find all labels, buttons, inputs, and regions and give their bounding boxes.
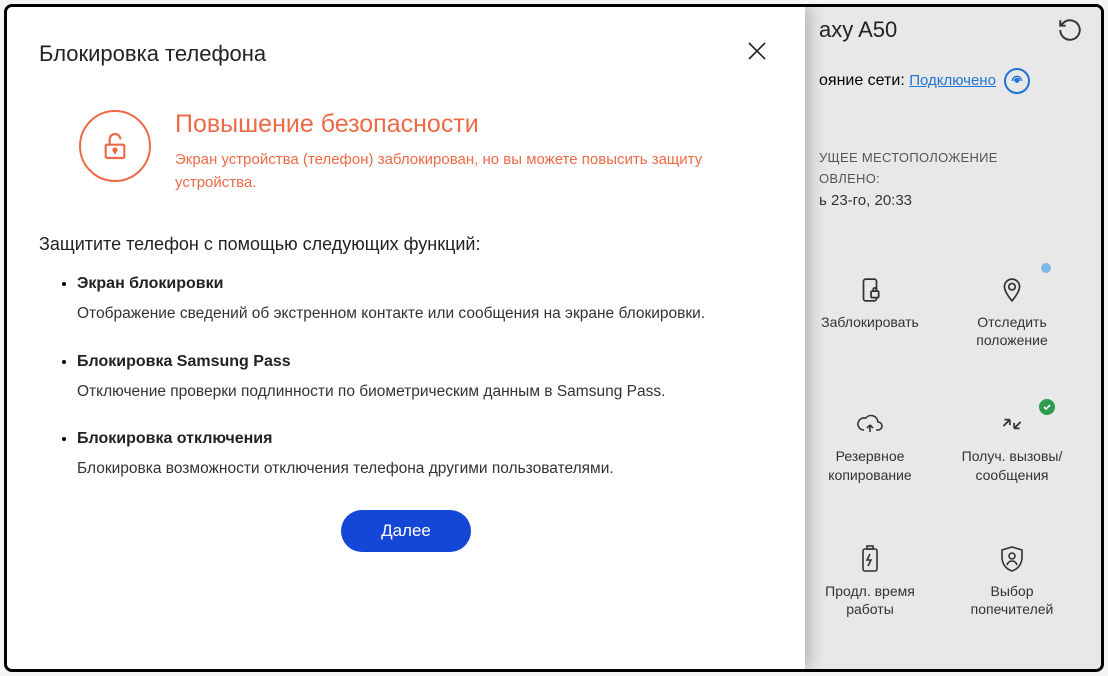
security-text: Экран устройства (телефон) заблокирован,… [175,149,715,194]
next-button[interactable]: Далее [341,510,471,552]
notification-dot-icon [1041,263,1051,273]
network-status-link[interactable]: Подключено [909,72,996,89]
feature-samsung-pass: Блокировка Samsung Pass Отключение прове… [77,353,765,403]
wifi-icon [1004,68,1030,94]
cloud-upload-icon [856,409,884,439]
feature-lock-screen: Экран блокировки Отображение сведений об… [77,275,765,325]
battery-extend-icon [859,544,881,574]
action-lock[interactable]: Заблокировать [799,275,941,349]
status-ok-icon [1039,399,1055,415]
action-backup[interactable]: Резервное копирование [799,409,941,483]
shield-user-icon [999,544,1025,574]
location-pin-icon [999,275,1025,305]
feature-block-poweroff: Блокировка отключения Блокировка возможн… [77,430,765,480]
action-guardians[interactable]: Выбор попечителей [941,544,1083,618]
security-heading: Повышение безопасности [175,110,715,139]
lock-open-icon [79,110,151,182]
protect-heading: Защитите телефон с помощью следующих фун… [7,194,805,255]
location-block: УЩЕЕ МЕСТОПОЛОЖЕНИЕ ОВЛЕНО: ь 23-го, 20:… [819,150,1083,209]
action-track[interactable]: Отследить положение [941,275,1083,349]
action-extend[interactable]: Продл. время работы [799,544,941,618]
device-title: axy A50 [819,17,897,43]
network-status-row: ояние сети: Подключено [819,68,1083,94]
lock-phone-icon [857,275,883,305]
close-icon[interactable] [741,35,773,72]
forward-calls-icon [999,409,1025,439]
modal-title: Блокировка телефона [39,41,266,67]
lock-modal: Блокировка телефона Повышение безопаснос… [7,7,805,669]
feature-list: Экран блокировки Отображение сведений об… [7,255,805,480]
action-calls[interactable]: Получ. вызовы/сообщения [941,409,1083,483]
device-panel: axy A50 ояние сети: Подключено УЩ [781,7,1101,669]
refresh-icon[interactable] [1057,17,1083,48]
